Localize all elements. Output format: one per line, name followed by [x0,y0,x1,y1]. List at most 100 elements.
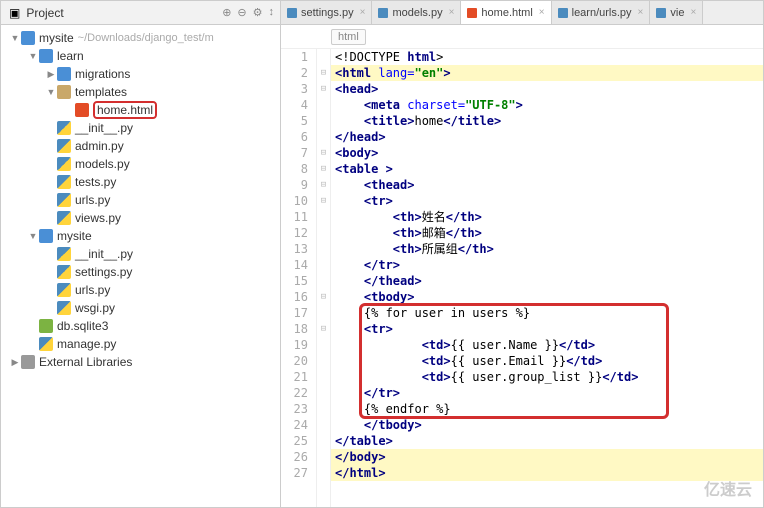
tree-label: manage.py [57,337,116,351]
file-icon [57,85,71,99]
code-line-1[interactable]: <!DOCTYPE html> [331,49,763,65]
arrow-icon[interactable]: ▼ [9,33,21,43]
tree-label: templates [75,85,127,99]
code-line-8[interactable]: <table > [331,161,763,177]
code-line-11[interactable]: <th>姓名</th> [331,209,763,225]
tab-label: learn/urls.py [572,7,632,19]
arrow-icon[interactable]: ▼ [27,51,39,61]
tree-item-admin-py[interactable]: admin.py [1,137,280,155]
hide-icon[interactable]: ↕ [269,6,275,19]
code-line-2[interactable]: <html lang="en"> [331,65,763,81]
tree-item-db-sqlite3[interactable]: db.sqlite3 [1,317,280,335]
tree-label: settings.py [75,265,132,279]
code-line-27[interactable]: </html> [331,465,763,481]
arrow-icon[interactable]: ▶ [45,69,57,80]
tree-label: mysite [39,31,74,45]
file-icon [57,283,71,297]
collapse-icon[interactable]: ⊕ [222,6,231,19]
tree-label: __init__.py [75,247,133,261]
code-line-23[interactable]: {% endfor %} [331,401,763,417]
tree-item-tests-py[interactable]: tests.py [1,173,280,191]
code-line-20[interactable]: <td>{{ user.Email }}</td> [331,353,763,369]
fold-column[interactable]: ⊟⊟⊟⊟⊟⊟⊟⊟ [317,49,331,507]
tree-item-External Libraries[interactable]: ▶External Libraries [1,353,280,371]
arrow-icon[interactable]: ▶ [9,357,21,368]
code-line-21[interactable]: <td>{{ user.group_list }}</td> [331,369,763,385]
code-line-22[interactable]: </tr> [331,385,763,401]
code-line-9[interactable]: <thead> [331,177,763,193]
code-line-26[interactable]: </body> [331,449,763,465]
tab-vie[interactable]: vie × [650,1,703,24]
code-line-16[interactable]: <tbody> [331,289,763,305]
tree-item---init---py[interactable]: __init__.py [1,245,280,263]
tree-item-models-py[interactable]: models.py [1,155,280,173]
close-icon[interactable]: × [360,7,366,18]
tab-label: vie [670,7,684,19]
tree-label: admin.py [75,139,124,153]
code-line-7[interactable]: <body> [331,145,763,161]
file-icon [39,49,53,63]
project-tree[interactable]: ▼mysite~/Downloads/django_test/m▼learn▶m… [1,25,281,507]
file-icon [287,8,297,18]
code-area[interactable]: 1234567891011121314151617181920212223242… [281,49,763,507]
code-line-12[interactable]: <th>邮箱</th> [331,225,763,241]
tab-home-html[interactable]: home.html× [461,1,551,24]
code-line-14[interactable]: </tr> [331,257,763,273]
tree-label: migrations [75,67,130,81]
tree-item-home-html[interactable]: home.html [1,101,280,119]
code-line-24[interactable]: </tbody> [331,417,763,433]
tree-label: urls.py [75,193,110,207]
gear-icon[interactable]: ⚙ [253,6,263,19]
tree-item-templates[interactable]: ▼ templates [1,83,280,101]
close-icon[interactable]: × [449,7,455,18]
tree-item-views-py[interactable]: views.py [1,209,280,227]
close-icon[interactable]: × [690,7,696,18]
breadcrumb-tag[interactable]: html [331,29,366,45]
tab-label: settings.py [301,7,354,19]
file-icon [21,31,35,45]
code-line-13[interactable]: <th>所属组</th> [331,241,763,257]
arrow-icon[interactable]: ▼ [45,87,57,97]
tree-item-migrations[interactable]: ▶ migrations [1,65,280,83]
code-line-4[interactable]: <meta charset="UTF-8"> [331,97,763,113]
file-icon [39,319,53,333]
tree-label: views.py [75,211,121,225]
tree-item-mysite[interactable]: ▼mysite~/Downloads/django_test/m [1,29,280,47]
code-line-5[interactable]: <title>home</title> [331,113,763,129]
file-icon [57,193,71,207]
code-line-19[interactable]: <td>{{ user.Name }}</td> [331,337,763,353]
tree-label: db.sqlite3 [57,319,108,333]
file-icon [57,301,71,315]
project-panel-header[interactable]: ▣ Project ⊕ ⊖ ⚙ ↕ [1,1,281,24]
tree-item---init---py[interactable]: __init__.py [1,119,280,137]
tree-item-settings-py[interactable]: settings.py [1,263,280,281]
tree-item-mysite[interactable]: ▼mysite [1,227,280,245]
editor-tabs: settings.py×models.py×home.html×learn/ur… [281,1,763,24]
breadcrumb[interactable]: html [281,25,763,49]
tab-settings-py[interactable]: settings.py × [281,1,372,24]
project-header-icons[interactable]: ⊕ ⊖ ⚙ ↕ [222,6,280,19]
close-icon[interactable]: × [638,7,644,18]
tree-item-wsgi-py[interactable]: wsgi.py [1,299,280,317]
code-line-6[interactable]: </head> [331,129,763,145]
arrow-icon[interactable]: ▼ [27,231,39,241]
code-line-18[interactable]: <tr> [331,321,763,337]
file-icon [39,337,53,351]
code-content[interactable]: <!DOCTYPE html><html lang="en"><head> <m… [331,49,763,507]
tree-item-urls-py[interactable]: urls.py [1,191,280,209]
file-icon [57,211,71,225]
close-icon[interactable]: × [539,7,545,18]
code-line-17[interactable]: {% for user in users %} [331,305,763,321]
expand-icon[interactable]: ⊖ [237,6,246,19]
tree-item-manage-py[interactable]: manage.py [1,335,280,353]
tree-item-urls-py[interactable]: urls.py [1,281,280,299]
code-line-10[interactable]: <tr> [331,193,763,209]
tab-models-py[interactable]: models.py× [372,1,461,24]
tab-learn-urls-py[interactable]: learn/urls.py × [552,1,651,24]
project-icon: ▣ [9,6,20,20]
code-line-25[interactable]: </table> [331,433,763,449]
code-line-3[interactable]: <head> [331,81,763,97]
tree-item-learn[interactable]: ▼learn [1,47,280,65]
tree-label: urls.py [75,283,110,297]
code-line-15[interactable]: </thead> [331,273,763,289]
